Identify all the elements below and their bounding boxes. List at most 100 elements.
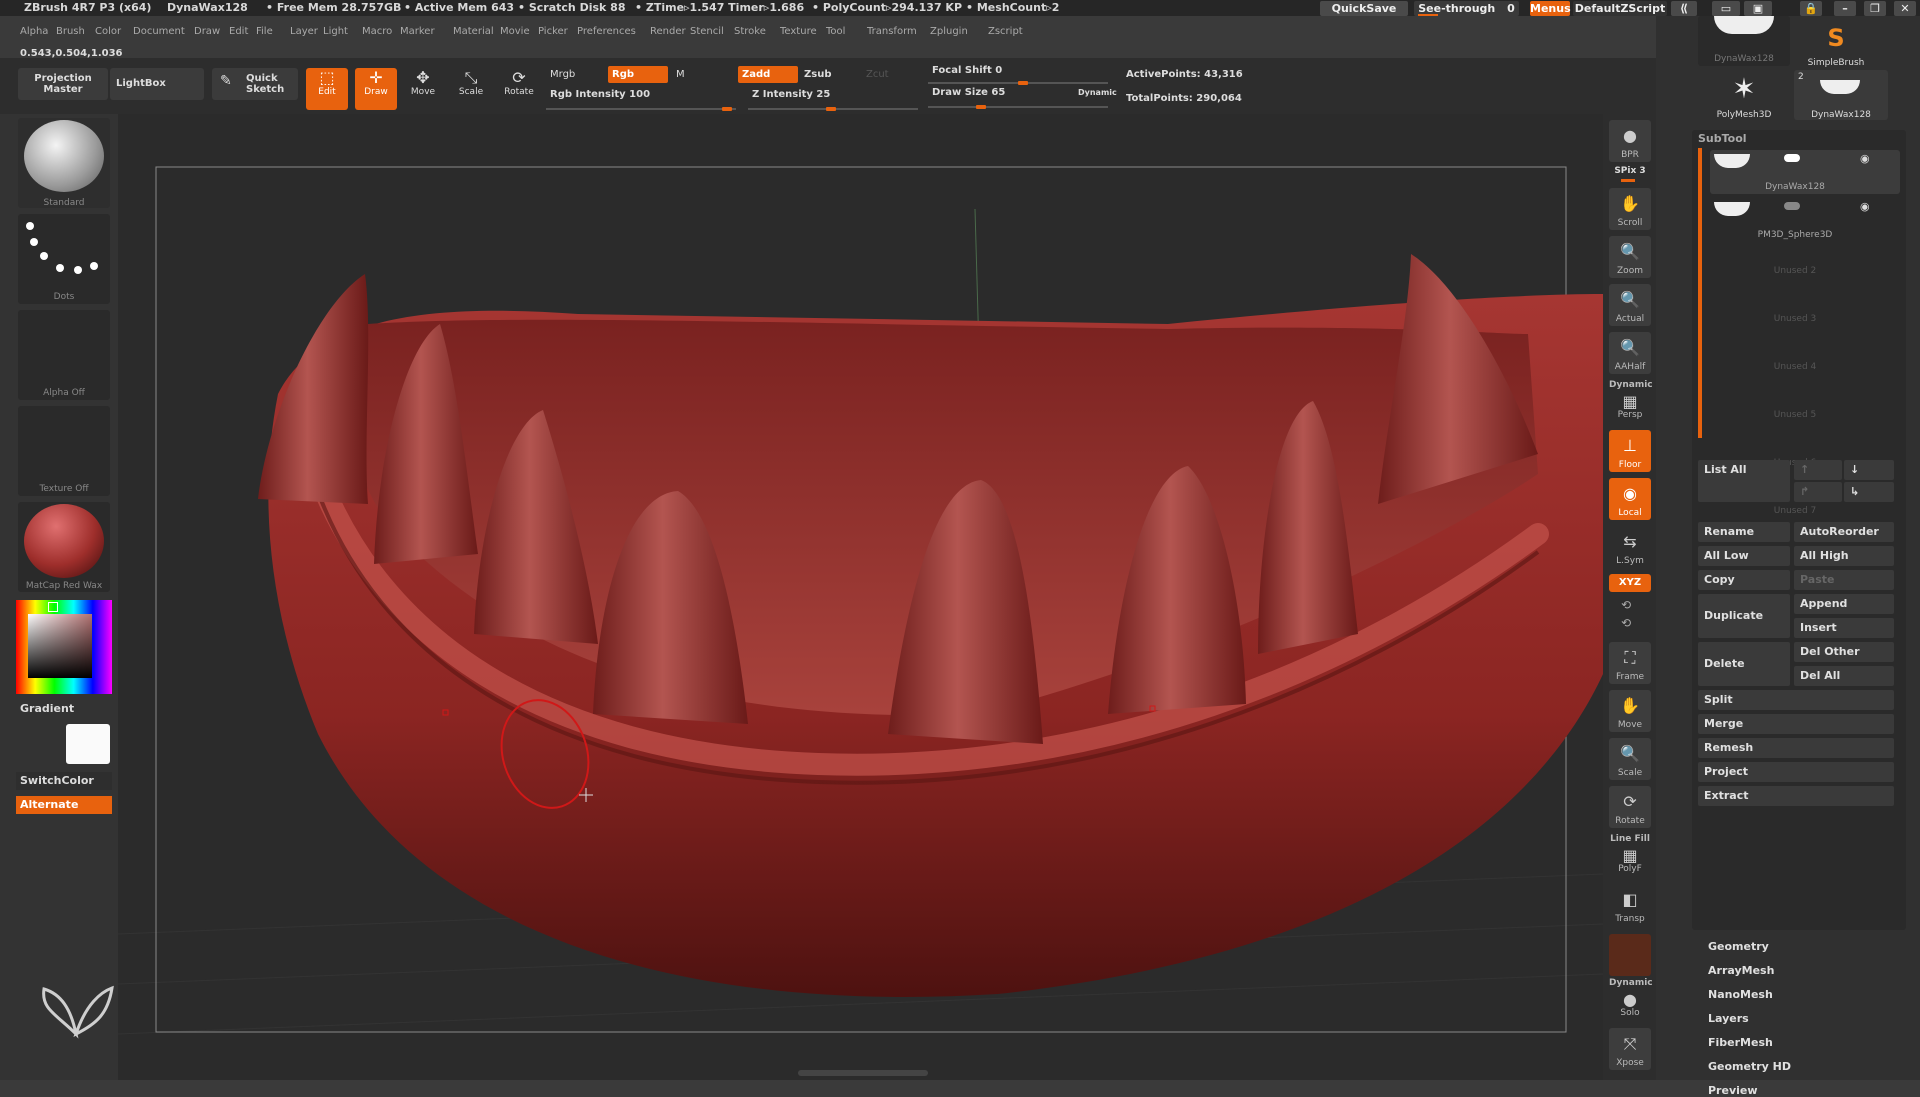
split-button[interactable]: Split (1698, 690, 1894, 710)
layout-icon[interactable]: ▭ (1712, 1, 1740, 16)
subtool-item[interactable]: Unused 2 (1710, 246, 1900, 290)
canvas-viewport[interactable] (118, 114, 1603, 1080)
visibility-eye-icon[interactable]: ◉ (1860, 152, 1870, 165)
section-preview[interactable]: Preview (1708, 1084, 1758, 1097)
rotate-z-icon[interactable]: ⟲ (1621, 616, 1631, 630)
ghost-button[interactable] (1609, 934, 1651, 976)
spix-slider[interactable]: SPix 3 (1607, 166, 1653, 176)
menu-color[interactable]: Color (95, 26, 121, 37)
move-down-icon[interactable]: ↓ (1844, 460, 1894, 480)
floor-button[interactable]: ⊥ Floor (1609, 430, 1651, 472)
menu-transform[interactable]: Transform (867, 26, 917, 37)
scale-button[interactable]: ⤡ Scale (450, 68, 492, 110)
menu-picker[interactable]: Picker (538, 26, 568, 37)
subtool-item[interactable]: Unused 5 (1710, 390, 1900, 434)
menu-marker[interactable]: Marker (400, 26, 435, 37)
lsym-button[interactable]: ⇆ L.Sym (1609, 526, 1651, 568)
solo-button[interactable]: Dynamic ● Solo (1609, 978, 1653, 1020)
layout2-icon[interactable]: ▣ (1744, 1, 1772, 16)
subtool-item[interactable]: PM3D_Sphere3D ◉ (1710, 198, 1900, 242)
subtool-toggle-icon[interactable] (1784, 202, 1800, 210)
persp-button[interactable]: Dynamic ▦ Persp (1609, 380, 1653, 422)
gradient-label[interactable]: Gradient (20, 702, 74, 715)
tool-thumb-polymesh[interactable]: ✶ PolyMesh3D (1698, 70, 1790, 120)
menu-zplugin[interactable]: Zplugin (930, 26, 968, 37)
section-fibermesh[interactable]: FiberMesh (1708, 1036, 1773, 1049)
menu-zscript[interactable]: Zscript (988, 26, 1023, 37)
z-intensity-knob[interactable] (826, 107, 836, 111)
subtool-item[interactable]: DynaWax128 ◉ (1710, 150, 1900, 194)
lightbox-button[interactable]: LightBox (110, 68, 204, 100)
move-up-icon[interactable]: ↑ (1794, 460, 1842, 480)
transp-button[interactable]: ◧ Transp (1609, 884, 1651, 926)
scroll-button[interactable]: ✋ Scroll (1609, 188, 1651, 230)
menu-light[interactable]: Light (323, 26, 348, 37)
z-intensity-slider[interactable]: Z Intensity 25 (748, 86, 918, 103)
texture-selector[interactable]: Texture Off (18, 406, 110, 496)
section-geometry-hd[interactable]: Geometry HD (1708, 1060, 1791, 1073)
merge-button[interactable]: Merge (1698, 714, 1894, 734)
minimize-icon[interactable]: – (1834, 1, 1856, 16)
list-all-button[interactable]: List All (1698, 460, 1790, 502)
delete-button[interactable]: Delete (1698, 642, 1790, 686)
menu-movie[interactable]: Movie (500, 26, 530, 37)
lock-icon[interactable]: 🔒 (1800, 1, 1822, 16)
rotate-y-icon[interactable]: ⟲ (1621, 598, 1631, 612)
close-icon[interactable]: ✕ (1894, 1, 1916, 16)
menu-file[interactable]: File (256, 26, 273, 37)
subtool-item[interactable]: Unused 3 (1710, 294, 1900, 338)
arrow-down-icon[interactable]: ↳ (1844, 482, 1894, 502)
rotate-button[interactable]: ⟳ Rotate (498, 68, 540, 110)
autoreorder-button[interactable]: AutoReorder (1794, 522, 1894, 542)
visibility-eye-icon[interactable]: ◉ (1860, 200, 1870, 213)
tool-thumb-simplebrush[interactable]: S SimpleBrush (1794, 16, 1878, 68)
draw-size-slider[interactable]: Draw Size 65 (928, 84, 1068, 101)
all-low-button[interactable]: All Low (1698, 546, 1790, 566)
switchcolor-button[interactable]: SwitchColor (16, 772, 112, 790)
color-square[interactable] (28, 614, 92, 678)
material-selector[interactable]: MatCap Red Wax (18, 502, 110, 592)
actual-button[interactable]: 🔍 Actual (1609, 284, 1651, 326)
focal-shift-slider[interactable]: Focal Shift 0 (928, 62, 1108, 79)
section-arraymesh[interactable]: ArrayMesh (1708, 964, 1774, 977)
append-button[interactable]: Append (1794, 594, 1894, 614)
rgb-toggle[interactable]: Rgb (608, 66, 668, 83)
local-button[interactable]: ◉ Local (1609, 478, 1651, 520)
section-geometry[interactable]: Geometry (1708, 940, 1769, 953)
quicksave-button[interactable]: QuickSave (1320, 1, 1408, 16)
dynamic-toggle[interactable]: Dynamic (1074, 84, 1118, 101)
move-button[interactable]: ✥ Move (402, 68, 444, 110)
menu-material[interactable]: Material (453, 26, 494, 37)
zsub-toggle[interactable]: Zsub (800, 66, 860, 83)
secondary-color-swatch[interactable] (66, 724, 110, 764)
stroke-selector[interactable]: Dots (18, 214, 110, 304)
section-nanomesh[interactable]: NanoMesh (1708, 988, 1773, 1001)
collapse-icon[interactable]: ⟪ (1671, 1, 1697, 16)
bpr-button[interactable]: ● BPR (1609, 120, 1651, 162)
copy-button[interactable]: Copy (1698, 570, 1790, 590)
zcut-toggle[interactable]: Zcut (862, 66, 922, 83)
move-view-button[interactable]: ✋ Move (1609, 690, 1651, 732)
menu-draw[interactable]: Draw (194, 26, 220, 37)
extract-button[interactable]: Extract (1698, 786, 1894, 806)
menu-brush[interactable]: Brush (56, 26, 85, 37)
default-zscript-button[interactable]: DefaultZScript (1573, 1, 1667, 16)
arrow-up-icon[interactable]: ↱ (1794, 482, 1842, 502)
aahalf-button[interactable]: 🔍 AAHalf (1609, 332, 1651, 374)
restore-icon[interactable]: ❐ (1864, 1, 1886, 16)
menu-render[interactable]: Render (650, 26, 686, 37)
alternate-button[interactable]: Alternate (16, 796, 112, 814)
see-through-slider[interactable]: See-through 0 (1414, 1, 1519, 16)
section-layers[interactable]: Layers (1708, 1012, 1749, 1025)
subtool-item[interactable]: Unused 4 (1710, 342, 1900, 386)
insert-button[interactable]: Insert (1794, 618, 1894, 638)
menu-alpha[interactable]: Alpha (20, 26, 48, 37)
spix-knob[interactable] (1621, 179, 1635, 182)
rgb-intensity-knob[interactable] (722, 107, 732, 111)
mrgb-toggle[interactable]: Mrgb (546, 66, 604, 83)
quick-sketch-button[interactable]: ✎ Quick Sketch (212, 68, 298, 100)
m-toggle[interactable]: M (672, 66, 702, 83)
menu-layer[interactable]: Layer (290, 26, 318, 37)
polyf-button[interactable]: Line Fill ▦ PolyF (1609, 834, 1651, 876)
menu-texture[interactable]: Texture (780, 26, 817, 37)
